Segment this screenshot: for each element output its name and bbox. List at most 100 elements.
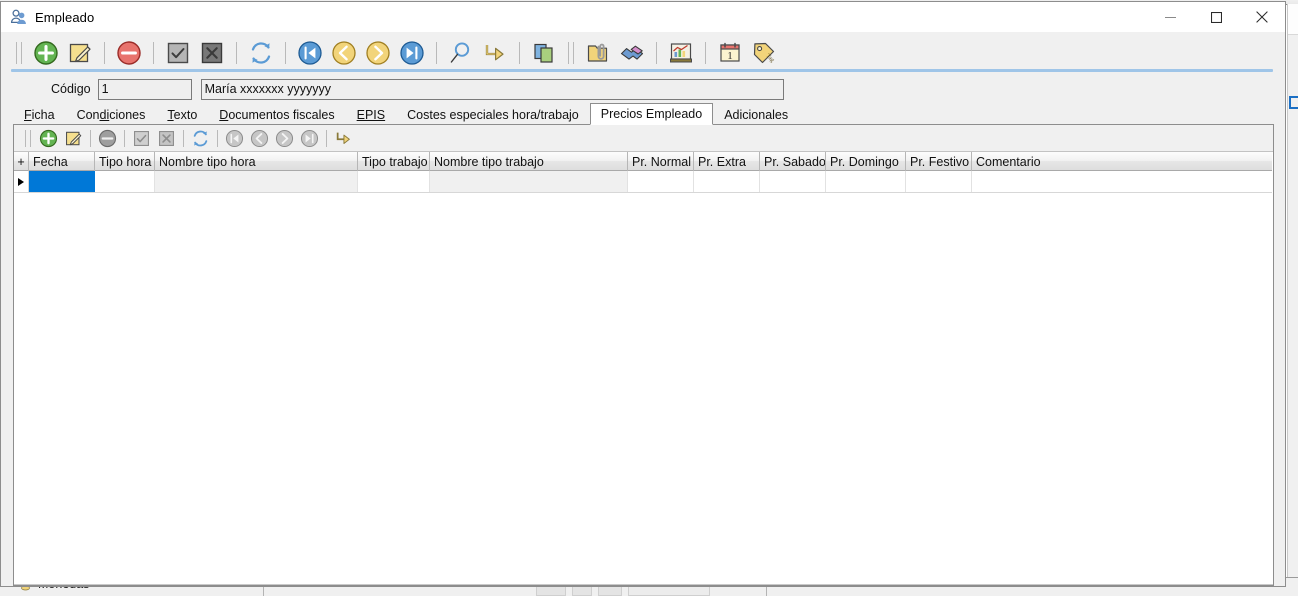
calendar-button[interactable]: 1 [713, 36, 747, 70]
column-tipo-trabajo-cell[interactable] [358, 171, 430, 192]
grid-add-button[interactable] [36, 127, 61, 150]
table-row[interactable] [14, 171, 1273, 193]
toolbar-separator-6 [519, 42, 520, 64]
panel-bottom-edge [14, 584, 1273, 585]
column-pr-domingo-cell[interactable] [826, 171, 906, 192]
main-toolbar: 1 Tag [1, 32, 1285, 74]
statistics-button[interactable] [664, 36, 698, 70]
tab-ficha[interactable]: Ficha [13, 104, 66, 125]
tab-label: EPIS [356, 108, 386, 122]
maximize-button[interactable] [1193, 2, 1239, 32]
column-nombre-tipo-hora-header[interactable]: Nombre tipo hora [155, 152, 358, 171]
search-button[interactable] [444, 36, 478, 70]
column-fecha-header[interactable]: Fecha [29, 152, 95, 171]
column-comentario-cell[interactable] [972, 171, 1273, 192]
column-fecha-cell[interactable] [29, 171, 95, 192]
close-button[interactable] [1239, 2, 1285, 32]
grid-edit-button[interactable] [61, 127, 86, 150]
tab-condiciones[interactable]: Condiciones [66, 104, 157, 125]
background-right-panel [1288, 4, 1298, 35]
tab-costes-especiales[interactable]: Costes especiales hora/trabajo [396, 104, 590, 125]
column-tipo-trabajo-header[interactable]: Tipo trabajo [358, 152, 430, 171]
tab-precios-empleado[interactable]: Precios Empleado [589, 103, 714, 125]
toolbar-accent-rule [11, 69, 1273, 72]
grid-confirm-button[interactable] [129, 127, 154, 150]
column-pr-normal-cell[interactable] [628, 171, 694, 192]
tag-button[interactable]: Tag [747, 36, 781, 70]
background-window-right-strip [1287, 4, 1298, 596]
tab-label: Ficha [24, 108, 55, 122]
grid-cancel-button[interactable] [154, 127, 179, 150]
column-tipo-hora-header[interactable]: Tipo hora [95, 152, 155, 171]
column-nombre-tipo-trabajo-cell[interactable] [430, 171, 628, 192]
svg-text:1: 1 [727, 50, 733, 62]
column-nombre-tipo-trabajo-header[interactable]: Nombre tipo trabajo [430, 152, 628, 171]
toolbar-separator-4 [285, 42, 286, 64]
grid-toolbar-separator-2 [124, 129, 125, 147]
column-pr-extra-cell[interactable] [694, 171, 760, 192]
tab-adicionales[interactable]: Adicionales [713, 104, 799, 125]
tab-label: Texto [167, 108, 198, 122]
column-tipo-hora-cell[interactable] [95, 171, 155, 192]
toolbar-separator-3 [236, 42, 237, 64]
refresh-button[interactable] [244, 36, 278, 70]
employee-name-input[interactable] [200, 78, 784, 100]
first-record-button[interactable] [293, 36, 327, 70]
delete-record-button[interactable] [112, 36, 146, 70]
grid-toolbar-separator-5 [326, 129, 327, 147]
grid-toolbar-grip [25, 129, 31, 147]
tab-texto[interactable]: Texto [156, 104, 208, 125]
copy-button[interactable] [527, 36, 561, 70]
toolbar-grip [16, 42, 22, 64]
users-icon [10, 8, 28, 26]
tab-label: Adicionales [724, 108, 789, 122]
cancel-button[interactable] [195, 36, 229, 70]
desktop-background: Monedas Empleado [0, 0, 1298, 596]
code-label: Código [51, 82, 91, 96]
grid-empty-area [14, 193, 1273, 585]
grid-vertical-scrollbar[interactable] [1272, 152, 1273, 585]
column-comentario-header[interactable]: Comentario [972, 152, 1273, 171]
column-pr-festivo-cell[interactable] [906, 171, 972, 192]
grid-export-button[interactable] [331, 127, 356, 150]
confirm-button[interactable] [161, 36, 195, 70]
background-right-marker-icon [1289, 96, 1298, 109]
grid-header-row: + Fecha Tipo hora Nombre tipo hora Tipo trab… [14, 152, 1273, 171]
tab-label: Condiciones [76, 108, 146, 122]
grid-toolbar-separator-3 [183, 129, 184, 147]
minimize-button[interactable] [1147, 2, 1193, 32]
column-pr-sabado-header[interactable]: Pr. Sabado [760, 152, 826, 171]
tab-epis[interactable]: EPIS [346, 104, 397, 125]
grid-first-button[interactable] [222, 127, 247, 150]
attachments-button[interactable] [581, 36, 615, 70]
window-titlebar[interactable]: Empleado [1, 2, 1285, 32]
grid-last-button[interactable] [297, 127, 322, 150]
grid-delete-button[interactable] [95, 127, 120, 150]
current-row-arrow-icon [18, 177, 24, 186]
next-record-button[interactable] [361, 36, 395, 70]
code-input[interactable] [97, 78, 192, 100]
toolbar-separator-7 [568, 42, 574, 64]
precios-empleado-panel: + Fecha Tipo hora Nombre tipo hora Tipo trab… [13, 124, 1274, 586]
toolbar-separator-9 [705, 42, 706, 64]
window-controls [1147, 2, 1285, 32]
grid-previous-button[interactable] [247, 127, 272, 150]
column-pr-normal-header[interactable]: Pr. Normal [628, 152, 694, 171]
add-record-button[interactable] [29, 36, 63, 70]
column-pr-domingo-header[interactable]: Pr. Domingo [826, 152, 906, 171]
grid-refresh-button[interactable] [188, 127, 213, 150]
tab-documentos-fiscales[interactable]: Documentos fiscales [208, 104, 345, 125]
column-pr-sabado-cell[interactable] [760, 171, 826, 192]
grid-next-button[interactable] [272, 127, 297, 150]
contacts-button[interactable] [615, 36, 649, 70]
row-indicator [14, 171, 29, 192]
last-record-button[interactable] [395, 36, 429, 70]
column-nombre-tipo-hora-cell[interactable] [155, 171, 358, 192]
toolbar-separator-5 [436, 42, 437, 64]
previous-record-button[interactable] [327, 36, 361, 70]
column-pr-extra-header[interactable]: Pr. Extra [694, 152, 760, 171]
toolbar-separator-2 [153, 42, 154, 64]
edit-record-button[interactable] [63, 36, 97, 70]
column-pr-festivo-header[interactable]: Pr. Festivo [906, 152, 972, 171]
goto-button[interactable] [478, 36, 512, 70]
